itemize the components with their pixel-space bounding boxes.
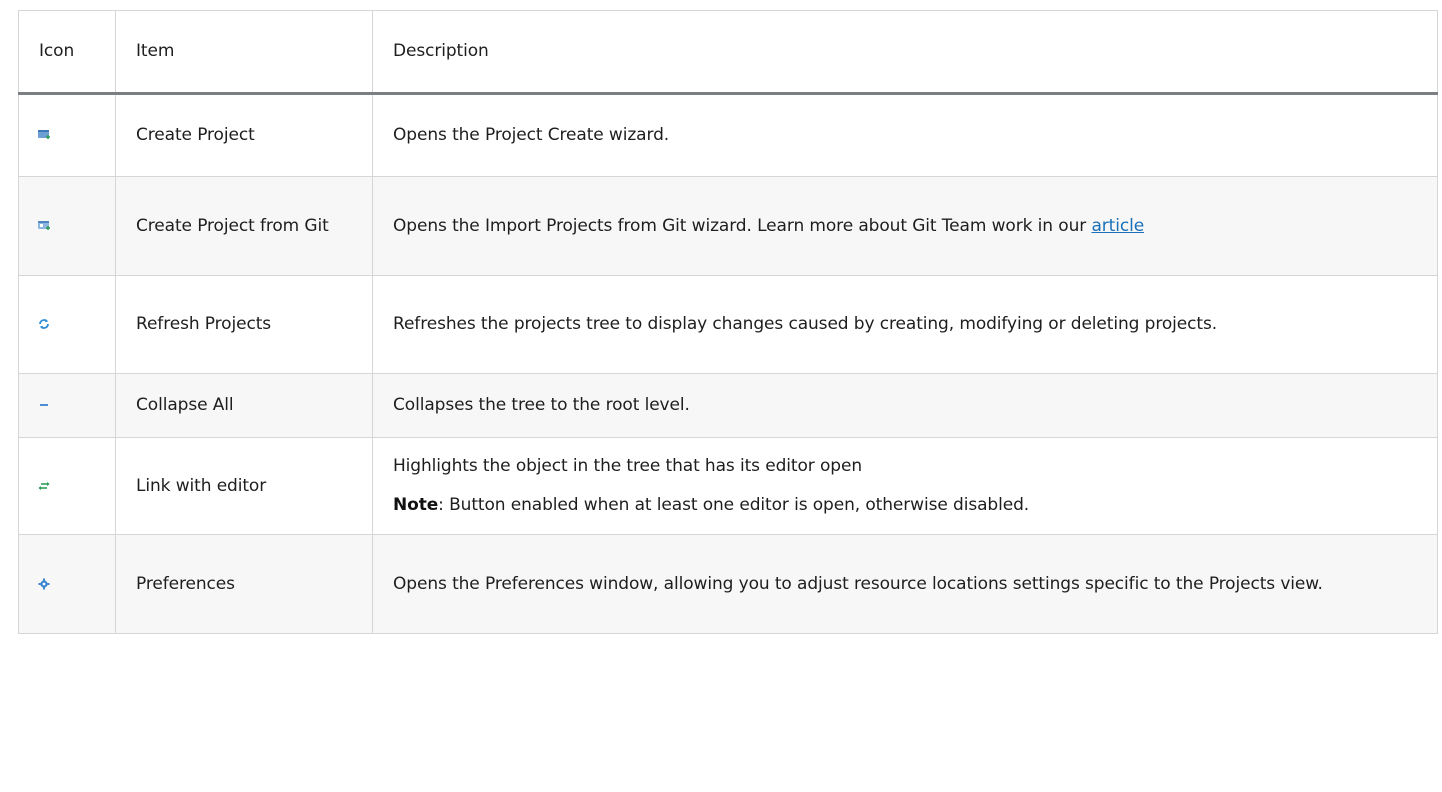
note-text: : Button enabled when at least one edito… xyxy=(438,495,1030,515)
link-with-editor-icon xyxy=(37,479,51,493)
item-link-with-editor: Link with editor xyxy=(115,437,373,535)
item-refresh-projects: Refresh Projects xyxy=(115,275,373,374)
item-create-project-from-git: Create Project from Git xyxy=(115,176,373,276)
note-label: Note xyxy=(393,495,439,515)
description-text: Highlights the object in the tree that h… xyxy=(393,456,862,476)
description-link-with-editor: Highlights the object in the tree that h… xyxy=(372,437,1438,535)
refresh-projects-icon xyxy=(37,317,51,331)
table-header-row: Icon Item Description xyxy=(18,10,1438,95)
item-create-project: Create Project xyxy=(115,93,373,177)
preferences-gear-icon xyxy=(37,577,51,591)
article-link[interactable]: article xyxy=(1091,216,1144,236)
header-item: Item xyxy=(115,10,373,95)
table-row: Preferences Opens the Preferences window… xyxy=(18,534,1438,634)
description-refresh-projects: Refreshes the projects tree to display c… xyxy=(372,275,1438,374)
description-preferences: Opens the Preferences window, allowing y… xyxy=(372,534,1438,634)
create-project-from-git-icon xyxy=(37,219,51,233)
table-row: Create Project Opens the Project Create … xyxy=(18,93,1438,177)
header-description: Description xyxy=(372,10,1438,95)
icon-cell xyxy=(18,534,116,634)
note-line: Note: Button enabled when at least one e… xyxy=(393,486,1437,525)
icon-cell xyxy=(18,437,116,535)
table-row: Create Project from Git Opens the Import… xyxy=(18,176,1438,276)
description-text: Opens the Import Projects from Git wizar… xyxy=(393,215,1092,236)
icon-cell xyxy=(18,275,116,374)
item-preferences: Preferences xyxy=(115,534,373,634)
table-row: Refresh Projects Refreshes the projects … xyxy=(18,275,1438,374)
table-row: Collapse All Collapses the tree to the r… xyxy=(18,373,1438,438)
icon-cell xyxy=(18,93,116,177)
description-collapse-all: Collapses the tree to the root level. xyxy=(372,373,1438,438)
create-project-icon xyxy=(37,128,51,142)
toolbar-items-table: Icon Item Description Create Project Ope… xyxy=(18,10,1438,634)
collapse-all-icon xyxy=(37,398,51,412)
item-collapse-all: Collapse All xyxy=(115,373,373,438)
icon-cell xyxy=(18,176,116,276)
header-icon: Icon xyxy=(18,10,116,95)
description-create-project-from-git: Opens the Import Projects from Git wizar… xyxy=(372,176,1438,276)
icon-cell xyxy=(18,373,116,438)
table-row: Link with editor Highlights the object i… xyxy=(18,437,1438,535)
description-create-project: Opens the Project Create wizard. xyxy=(372,93,1438,177)
